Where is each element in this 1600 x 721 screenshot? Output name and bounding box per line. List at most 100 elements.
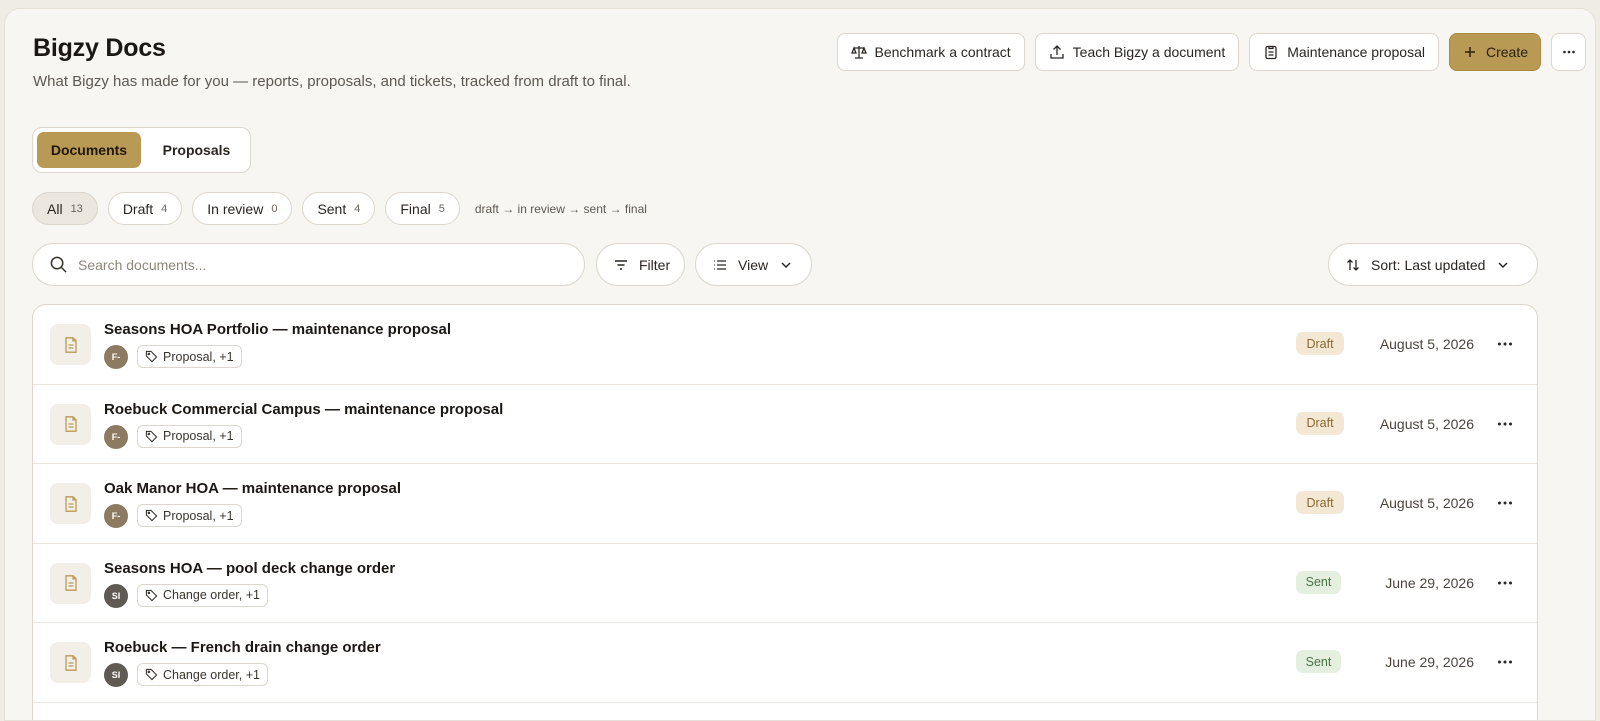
document-tag[interactable]: Proposal, +1: [137, 424, 242, 448]
filter-draft-label: Draft: [122, 200, 154, 217]
filter-in-review-chip[interactable]: In review 0: [192, 192, 293, 225]
document-tag[interactable]: Change order, +1: [137, 663, 268, 686]
document-title: Roebuck Commercial Campus — maintenance …: [104, 400, 504, 418]
document-row[interactable]: Oak Manor HOA — maintenance proposal F- …: [33, 464, 1537, 544]
document-title: Oak Manor HOA — maintenance proposal: [104, 480, 402, 497]
page-title: Bigzy Docs: [33, 34, 166, 62]
status-badge: Draft: [1296, 411, 1344, 435]
filter-final-label: Final: [400, 200, 431, 217]
chevron-down-icon: [781, 261, 791, 268]
document-row[interactable]: Roebuck Commercial Campus — maintenance …: [33, 385, 1537, 464]
view-label: View: [738, 256, 769, 273]
document-tag[interactable]: Proposal, +1: [137, 345, 242, 368]
search-box[interactable]: [32, 243, 585, 286]
document-date: August 5, 2026: [1379, 495, 1474, 511]
document-tag-label: Proposal, +1: [163, 429, 234, 443]
plus-icon: [1464, 47, 1475, 57]
status-badge: Sent: [1296, 570, 1341, 594]
more-horizontal-icon: [1498, 501, 1512, 505]
filter-label: Filter: [639, 256, 671, 273]
more-horizontal-icon: [1498, 660, 1512, 664]
clipboard-icon: [1265, 45, 1277, 60]
filter-draft-chip[interactable]: Draft 4: [107, 192, 183, 225]
row-more-button[interactable]: [1494, 572, 1516, 594]
filter-final-count: 5: [438, 202, 445, 215]
status-badge: Draft: [1296, 332, 1344, 355]
filter-icon: [615, 259, 627, 270]
filter-in-review-count: 0: [271, 202, 278, 215]
document-date: August 5, 2026: [1379, 415, 1474, 432]
more-actions-button[interactable]: [1551, 33, 1586, 71]
document-date: June 29, 2026: [1385, 574, 1474, 591]
more-horizontal-icon: [1498, 581, 1512, 584]
filter-final-chip[interactable]: Final 5: [385, 192, 460, 225]
app-window: Bigzy Docs What Bigzy has made for you —…: [4, 8, 1596, 721]
scale-icon: [850, 46, 867, 59]
maintenance-proposal-button[interactable]: Maintenance proposal: [1249, 33, 1439, 71]
document-icon: [50, 642, 91, 683]
document-icon: [50, 403, 91, 445]
document-icon: [50, 324, 91, 365]
tag-icon: [145, 509, 158, 522]
status-badge: Draft: [1296, 491, 1344, 514]
list-icon: [714, 259, 726, 270]
tab-documents[interactable]: Documents: [37, 132, 141, 168]
search-icon: [50, 256, 67, 273]
document-icon: [50, 562, 91, 604]
row-more-button[interactable]: [1494, 333, 1516, 355]
document-tag[interactable]: Change order, +1: [137, 583, 268, 607]
avatar: F-: [104, 424, 128, 449]
more-horizontal-icon: [1498, 422, 1512, 425]
filter-button[interactable]: Filter: [596, 243, 685, 286]
document-row[interactable]: Roebuck — French drain change order SI C…: [33, 623, 1537, 703]
document-type-tabs: Documents Proposals: [32, 127, 251, 173]
sort-icon: [1347, 258, 1359, 271]
status-badge: Sent: [1296, 650, 1341, 673]
filter-all-chip[interactable]: All 13: [32, 192, 98, 225]
tag-icon: [145, 430, 158, 442]
chevron-down-icon: [1498, 261, 1508, 268]
document-date: August 5, 2026: [1379, 336, 1474, 352]
avatar: SI: [104, 583, 128, 608]
more-horizontal-icon: [1498, 342, 1512, 346]
benchmark-contract-button[interactable]: Benchmark a contract: [836, 33, 1025, 71]
document-title: Seasons HOA Portfolio — maintenance prop…: [104, 321, 452, 338]
filter-in-review-label: In review: [207, 200, 264, 217]
documents-list: Seasons HOA Portfolio — maintenance prop…: [32, 304, 1538, 720]
maintenance-proposal-label: Maintenance proposal: [1287, 44, 1425, 60]
upload-icon: [1050, 45, 1064, 59]
teach-document-button[interactable]: Teach Bigzy a document: [1034, 33, 1240, 71]
benchmark-contract-label: Benchmark a contract: [874, 44, 1011, 60]
teach-document-label: Teach Bigzy a document: [1072, 44, 1226, 60]
avatar: SI: [104, 663, 128, 687]
tag-icon: [145, 589, 158, 601]
avatar: F-: [104, 504, 128, 528]
create-button[interactable]: Create: [1448, 33, 1541, 71]
filter-sent-label: Sent: [317, 200, 347, 217]
document-row[interactable]: Seasons HOA Portfolio — maintenance prop…: [33, 305, 1537, 385]
header-actions: Benchmark a contract Teach Bigzy a docum…: [836, 33, 1586, 71]
document-date: June 29, 2026: [1385, 654, 1474, 670]
document-tag[interactable]: Proposal, +1: [137, 504, 242, 527]
row-more-button[interactable]: [1494, 492, 1516, 514]
status-flow-note: draft → in review → sent → final: [474, 201, 647, 216]
document-row[interactable]: Seasons HOA — pool deck change order SI …: [33, 544, 1537, 623]
tag-icon: [145, 350, 158, 363]
tab-proposals[interactable]: Proposals: [147, 132, 246, 168]
document-tag-label: Proposal, +1: [163, 508, 234, 523]
avatar: F-: [104, 345, 128, 369]
sort-dropdown[interactable]: Sort: Last updated: [1328, 243, 1538, 286]
document-title: Roebuck — French drain change order: [104, 639, 381, 656]
filter-all-count: 13: [70, 202, 83, 215]
document-title: Seasons HOA — pool deck change order: [104, 559, 396, 577]
filter-sent-count: 4: [354, 202, 361, 215]
more-horizontal-icon: [1562, 50, 1575, 54]
row-more-button[interactable]: [1494, 651, 1516, 673]
document-tag-label: Proposal, +1: [163, 349, 234, 364]
filter-sent-chip[interactable]: Sent 4: [302, 192, 376, 225]
create-label: Create: [1485, 44, 1528, 60]
search-input[interactable]: [78, 256, 558, 273]
sort-label: Sort: Last updated: [1371, 256, 1486, 273]
row-more-button[interactable]: [1494, 413, 1516, 435]
view-dropdown[interactable]: View: [695, 243, 812, 286]
